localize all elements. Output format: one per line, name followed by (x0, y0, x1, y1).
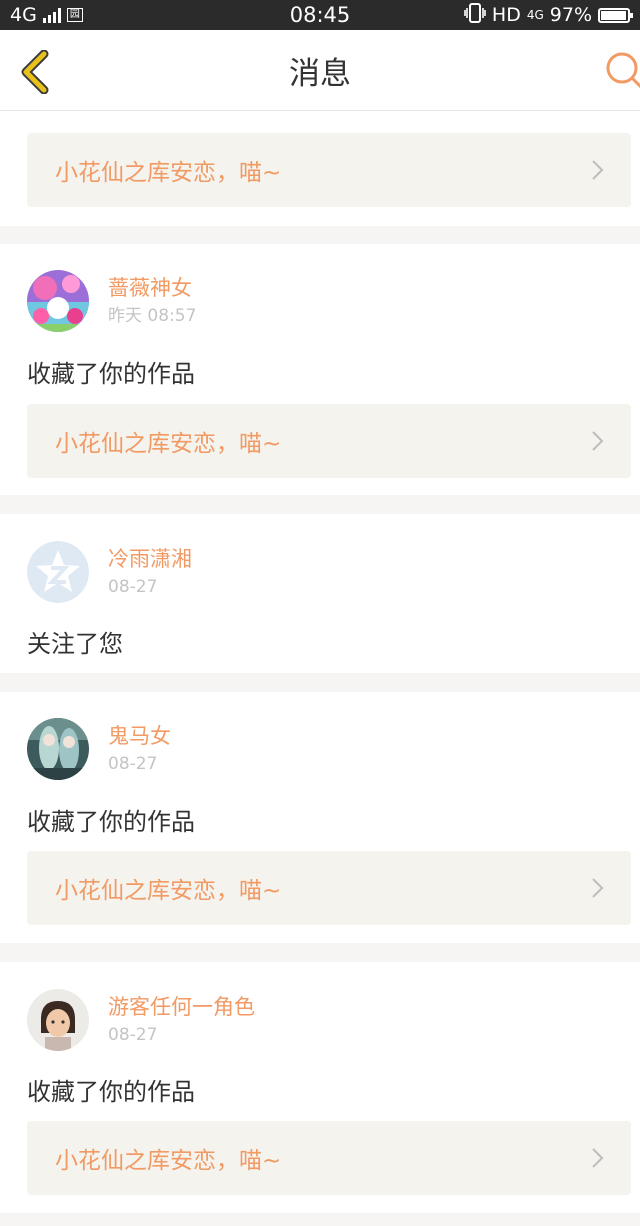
avatar[interactable] (27, 270, 89, 332)
work-title: 小花仙之库安恋，喵~ (55, 160, 282, 186)
status-bar: 4G 园 08:45 HD 4G 97% (0, 0, 640, 30)
work-title: 小花仙之库安恋，喵~ (55, 1148, 282, 1174)
user-row[interactable]: 游客任何一角色 08-27 (27, 989, 255, 1051)
message-card: 小花仙之库安恋，喵~ (0, 111, 640, 226)
default-avatar-icon (27, 541, 89, 603)
chevron-right-icon (592, 1148, 604, 1168)
avatar[interactable] (27, 541, 89, 603)
back-chevron-icon (21, 49, 49, 95)
sim-icon: 园 (66, 8, 83, 22)
user-name[interactable]: 蔷薇神女 (108, 274, 196, 302)
user-name[interactable]: 冷雨潇湘 (108, 545, 192, 573)
battery-fill (601, 10, 627, 20)
vibrate-icon (464, 2, 486, 28)
user-row[interactable]: 鬼马女 08-27 (27, 718, 171, 780)
avatar[interactable] (27, 989, 89, 1051)
message-card: 冷雨潇湘 08-27 关注了您 (0, 514, 640, 673)
work-title: 小花仙之库安恋，喵~ (55, 878, 282, 904)
work-title: 小花仙之库安恋，喵~ (55, 431, 282, 457)
user-meta: 冷雨潇湘 08-27 (108, 545, 192, 599)
message-time: 08-27 (108, 577, 158, 597)
user-row[interactable]: 冷雨潇湘 08-27 (27, 541, 192, 603)
chevron-right-icon (592, 160, 604, 180)
work-link[interactable]: 小花仙之库安恋，喵~ (27, 851, 631, 925)
search-button[interactable] (600, 52, 640, 92)
status-left: 4G 园 (10, 4, 83, 26)
signal-icon (42, 7, 61, 23)
status-right: HD 4G 97% (464, 2, 633, 28)
chevron-right-icon (592, 431, 604, 451)
user-meta: 蔷薇神女 昨天 08:57 (108, 274, 196, 328)
nav-bar: 消息 (0, 30, 640, 111)
avatar[interactable] (27, 718, 89, 780)
action-text: 关注了您 (27, 630, 123, 658)
data-label: 4G (526, 7, 544, 22)
user-row[interactable]: 蔷薇神女 昨天 08:57 (27, 270, 196, 332)
search-icon (606, 52, 640, 89)
message-time: 08-27 (108, 1025, 158, 1045)
work-link[interactable]: 小花仙之库安恋，喵~ (27, 133, 631, 207)
user-name[interactable]: 鬼马女 (108, 722, 171, 750)
battery-icon (598, 7, 633, 23)
action-text: 收藏了你的作品 (27, 808, 195, 836)
user-meta: 鬼马女 08-27 (108, 722, 171, 776)
work-link[interactable]: 小花仙之库安恋，喵~ (27, 1121, 631, 1195)
message-time: 昨天 08:57 (108, 306, 197, 326)
chevron-right-icon (592, 878, 604, 898)
user-name[interactable]: 游客任何一角色 (108, 993, 255, 1021)
battery-percent: 97% (549, 4, 592, 26)
message-card: 游客任何一角色 08-27 收藏了你的作品 小花仙之库安恋，喵~ (0, 962, 640, 1213)
action-text: 收藏了你的作品 (27, 360, 195, 388)
work-link[interactable]: 小花仙之库安恋，喵~ (27, 404, 631, 478)
message-card: 鬼马女 08-27 收藏了你的作品 小花仙之库安恋，喵~ (0, 692, 640, 943)
action-text: 收藏了你的作品 (27, 1078, 195, 1106)
page-title: 消息 (289, 55, 351, 92)
hd-label: HD (491, 4, 521, 26)
message-time: 08-27 (108, 754, 158, 774)
back-button[interactable] (16, 49, 56, 95)
message-card: 蔷薇神女 昨天 08:57 收藏了你的作品 小花仙之库安恋，喵~ (0, 244, 640, 495)
network-type: 4G (10, 4, 37, 26)
user-meta: 游客任何一角色 08-27 (108, 993, 255, 1047)
